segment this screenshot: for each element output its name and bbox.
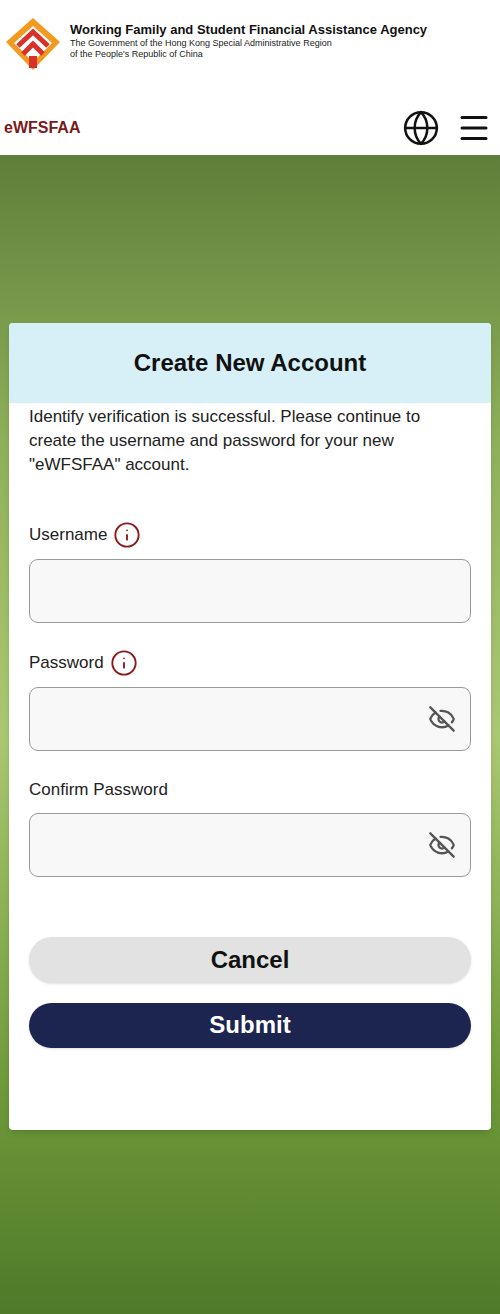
nav-bar: eWFSFAA <box>0 100 500 155</box>
form-field: Password <box>29 649 471 751</box>
form-field: Username <box>29 521 471 623</box>
text-input[interactable] <box>44 578 456 604</box>
field-label: Confirm Password <box>29 777 471 803</box>
agency-name: Working Family and Student Financial Ass… <box>70 22 427 38</box>
cancel-button[interactable]: Cancel <box>29 937 471 983</box>
info-icon[interactable] <box>110 649 138 677</box>
government-line: The Government of the Hong Kong Special … <box>70 38 427 49</box>
language-globe-icon[interactable] <box>402 109 440 147</box>
input-box[interactable] <box>29 687 471 751</box>
input-box[interactable] <box>29 813 471 877</box>
menu-icon[interactable] <box>456 110 492 146</box>
text-input[interactable] <box>44 832 428 858</box>
page: Working Family and Student Financial Ass… <box>0 0 500 1314</box>
card-header: Create New Account <box>9 323 491 403</box>
eye-off-icon[interactable] <box>428 705 456 733</box>
form-field: Confirm Password <box>29 777 471 877</box>
field-label: Username <box>29 521 471 549</box>
input-box[interactable] <box>29 559 471 623</box>
agency-header: Working Family and Student Financial Ass… <box>0 0 500 100</box>
eye-off-icon[interactable] <box>428 831 456 859</box>
verification-message: Identify verification is successful. Ple… <box>29 403 471 477</box>
info-icon[interactable] <box>113 521 141 549</box>
create-account-card: Create New Account Identify verification … <box>9 323 491 1130</box>
brand[interactable]: eWFSFAA <box>4 116 80 140</box>
text-input[interactable] <box>44 706 428 732</box>
background-photo: Create New Account Identify verification … <box>0 155 500 1314</box>
field-label: Password <box>29 649 471 677</box>
card-title: Create New Account <box>134 345 367 381</box>
government-line: of the People's Republic of China <box>70 49 427 60</box>
submit-button[interactable]: Submit <box>29 1003 471 1048</box>
agency-logo-icon <box>4 16 62 72</box>
